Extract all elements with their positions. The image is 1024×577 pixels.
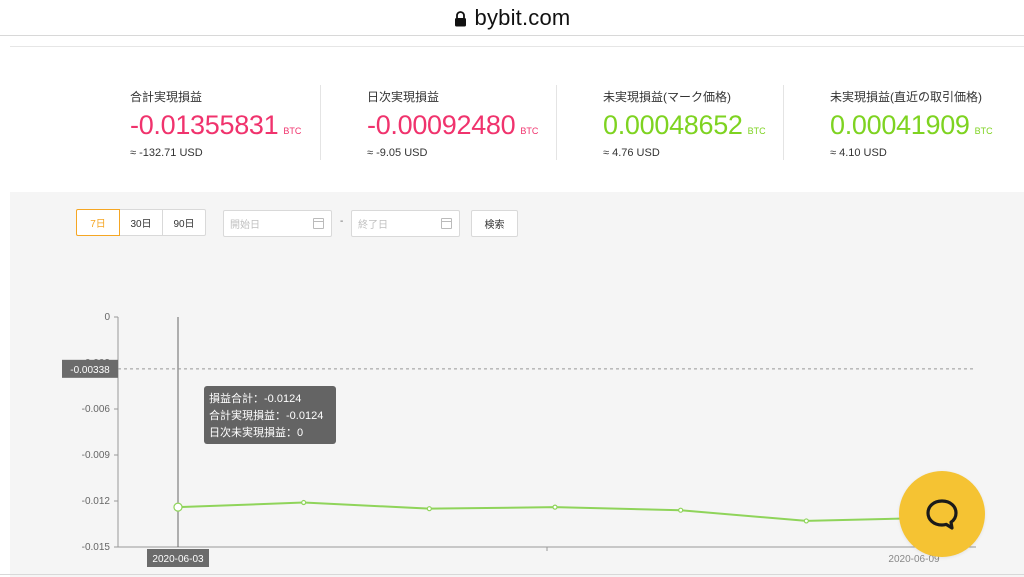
divider (0, 574, 1024, 575)
pnl-line-chart[interactable]: 0-0.003-0.006-0.009-0.012-0.015-0.003382… (10, 192, 1024, 577)
chart-tooltip: 損益合計：-0.0124 合計実現損益：-0.0124 日次未実現損益：0 (204, 386, 336, 444)
range-7d-button[interactable]: 7日 (76, 209, 120, 236)
stat-usd: ≈ -9.05 USD (367, 147, 428, 159)
stat-label: 未実現損益(マーク価格) (603, 90, 731, 104)
data-point (301, 499, 307, 506)
x-tick-label: 2020-06-03 (152, 554, 204, 565)
stat-label: 合計実現損益 (130, 90, 203, 104)
divider (320, 85, 321, 160)
chat-bubble-icon (926, 499, 958, 530)
stat-value: -0.01355831 (130, 110, 279, 140)
tooltip-unrealized-pnl: 日次未実現損益：0 (209, 427, 304, 439)
lock-icon (454, 10, 466, 26)
stat-usd: ≈ -132.71 USD (130, 147, 203, 159)
stat-usd: ≈ 4.10 USD (830, 147, 887, 159)
tooltip-total-pnl: 損益合計：-0.0124 (209, 393, 302, 405)
reference-line-label: -0.00338 (70, 365, 110, 376)
tooltip-realized-pnl: 合計実現損益：-0.0124 (209, 410, 324, 422)
browser-url-bar[interactable]: bybit.com (0, 0, 1024, 36)
stat-unit: BTC (283, 126, 302, 136)
stat-value: -0.00092480 (367, 110, 516, 140)
divider (783, 85, 784, 160)
stat-value: 0.00048652 (603, 110, 743, 140)
pnl-summary: 合計実現損益 -0.01355831 BTC ≈ -132.71 USD 日次実… (100, 80, 1024, 170)
stat-label: 日次実現損益 (367, 90, 440, 104)
stat-label: 未実現損益(直近の取引価格) (830, 90, 982, 104)
y-tick-label: -0.015 (82, 542, 111, 553)
pnl-chart-panel: 7日 30日 90日 開始日 - 終了日 検索 0-0.003-0.006-0.… (10, 192, 1024, 577)
stat-unit: BTC (747, 126, 766, 136)
stat-unit: BTC (520, 126, 539, 136)
data-point (803, 518, 809, 524)
data-point (173, 502, 183, 512)
stat-unit: BTC (974, 126, 993, 136)
data-point (678, 507, 684, 513)
chat-button[interactable] (899, 471, 985, 557)
data-point (426, 506, 432, 512)
stat-usd: ≈ 4.76 USD (603, 147, 660, 159)
url-domain: bybit.com (474, 4, 571, 30)
y-tick-label: -0.009 (82, 450, 111, 461)
divider (10, 46, 1024, 47)
data-point (552, 504, 558, 510)
y-tick-label: -0.006 (82, 404, 111, 415)
divider (556, 85, 557, 160)
stat-value: 0.00041909 (830, 110, 970, 140)
y-tick-label: 0 (104, 312, 110, 323)
y-tick-label: -0.012 (82, 496, 111, 507)
